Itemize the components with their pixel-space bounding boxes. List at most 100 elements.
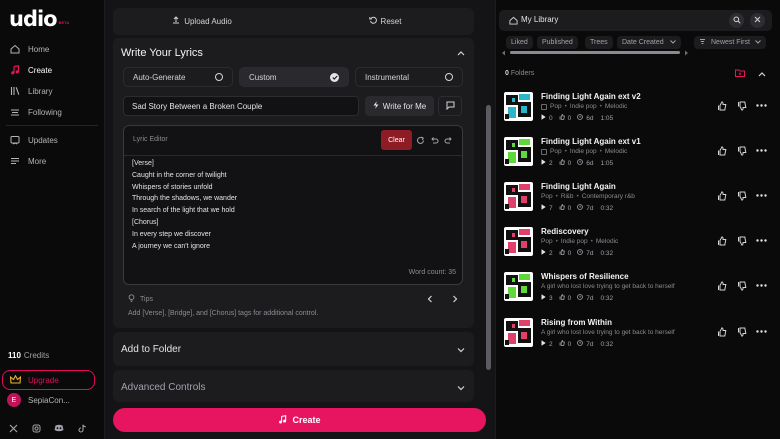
center-scrollbar[interactable] bbox=[486, 105, 491, 370]
library-close-button[interactable] bbox=[750, 13, 765, 28]
sort-date-created-select[interactable]: Date Created bbox=[617, 36, 681, 49]
song-row[interactable]: Finding Light Again Pop • R&b • Contemporary… bbox=[500, 182, 772, 218]
lyrics-textarea[interactable]: [Verse] Caught in the corner of twilight… bbox=[132, 158, 237, 252]
chevron-down-icon[interactable] bbox=[456, 383, 466, 393]
discord-icon[interactable] bbox=[53, 422, 65, 434]
tiktok-icon[interactable] bbox=[76, 422, 88, 434]
song-cover-art[interactable] bbox=[504, 272, 533, 301]
play-icon[interactable] bbox=[541, 204, 546, 212]
play-icon[interactable] bbox=[541, 249, 546, 257]
upgrade-button[interactable]: Upgrade bbox=[2, 370, 95, 390]
song-tag[interactable]: Pop bbox=[541, 193, 553, 200]
song-title[interactable]: Finding Light Again ext v2 bbox=[541, 92, 641, 101]
option-instrumental[interactable]: Instrumental bbox=[355, 67, 463, 87]
option-auto-generate[interactable]: Auto-Generate bbox=[123, 67, 233, 87]
song-tag[interactable]: Melodic bbox=[605, 148, 627, 155]
filter-published[interactable]: Published bbox=[537, 36, 578, 49]
nav-following[interactable]: Following bbox=[0, 104, 105, 120]
chevron-left-icon[interactable] bbox=[425, 294, 435, 304]
chevron-up-icon[interactable] bbox=[456, 48, 466, 58]
chevron-right-icon[interactable] bbox=[450, 294, 460, 304]
scroll-left-icon[interactable] bbox=[501, 49, 506, 58]
thumbs-down-icon[interactable] bbox=[736, 100, 747, 111]
song-cover-art[interactable] bbox=[504, 92, 533, 121]
play-icon[interactable] bbox=[541, 294, 546, 302]
create-button[interactable]: Create bbox=[113, 408, 486, 432]
more-options-icon[interactable] bbox=[756, 235, 767, 246]
nav-home[interactable]: Home bbox=[0, 41, 105, 57]
redo-icon[interactable] bbox=[443, 135, 453, 145]
nav-library[interactable]: Library bbox=[0, 83, 105, 99]
thumbs-up-icon[interactable] bbox=[716, 326, 727, 337]
filter-scrollbar[interactable] bbox=[510, 51, 680, 54]
song-tag[interactable]: Indie pop bbox=[570, 148, 597, 155]
nav-more[interactable]: More bbox=[0, 153, 105, 169]
nav-create[interactable]: Create bbox=[0, 62, 105, 78]
song-tag[interactable]: Contemporary r&b bbox=[582, 193, 635, 200]
song-row[interactable]: Rising from Within A girl who lost love … bbox=[500, 318, 772, 354]
upload-audio-button[interactable]: Upload Audio bbox=[113, 12, 291, 30]
thumbs-down-icon[interactable] bbox=[736, 280, 747, 291]
song-tag[interactable]: Pop bbox=[541, 238, 553, 245]
song-title[interactable]: Rediscovery bbox=[541, 227, 589, 236]
thumbs-down-icon[interactable] bbox=[736, 326, 747, 337]
udio-logo[interactable]: udio BETA bbox=[9, 8, 69, 30]
undo-icon[interactable] bbox=[429, 135, 439, 145]
filter-liked[interactable]: Liked bbox=[506, 36, 533, 49]
write-for-me-button[interactable]: Write for Me bbox=[365, 96, 434, 116]
play-icon[interactable] bbox=[541, 114, 546, 122]
song-row[interactable]: Finding Light Again ext v2 Pop • Indie pop… bbox=[500, 92, 772, 128]
song-cover-art[interactable] bbox=[504, 137, 533, 166]
sort-order-select[interactable]: Newest First bbox=[694, 36, 766, 49]
thumbs-down-icon[interactable] bbox=[736, 235, 747, 246]
song-row[interactable]: Rediscovery Pop • Indie pop • Melodic 2 0 7d… bbox=[500, 227, 772, 263]
song-title[interactable]: Finding Light Again bbox=[541, 182, 616, 191]
thumbs-up-icon[interactable] bbox=[716, 190, 727, 201]
song-title[interactable]: Finding Light Again ext v1 bbox=[541, 137, 641, 146]
new-folder-icon[interactable] bbox=[735, 69, 745, 79]
more-options-icon[interactable] bbox=[756, 145, 767, 156]
refresh-icon[interactable] bbox=[415, 135, 425, 145]
song-tag[interactable]: Indie pop bbox=[561, 238, 588, 245]
song-title[interactable]: Rising from Within bbox=[541, 318, 612, 327]
song-tag[interactable]: R&b bbox=[561, 193, 574, 200]
song-row[interactable]: Finding Light Again ext v1 Pop • Indie pop… bbox=[500, 137, 772, 173]
song-row[interactable]: Whispers of Resilience A girl who lost l… bbox=[500, 272, 772, 308]
song-title-input[interactable] bbox=[123, 96, 359, 116]
user-menu[interactable]: E SepiaCon... bbox=[7, 393, 70, 407]
song-tag[interactable]: Pop bbox=[550, 103, 562, 110]
thumbs-down-icon[interactable] bbox=[736, 145, 747, 156]
thumbs-down-icon[interactable] bbox=[736, 190, 747, 201]
chevron-up-icon[interactable] bbox=[757, 69, 767, 79]
library-search-button[interactable] bbox=[729, 13, 744, 28]
song-tag[interactable]: Pop bbox=[550, 148, 562, 155]
thumbs-up-icon[interactable] bbox=[716, 235, 727, 246]
song-tag[interactable]: Melodic bbox=[605, 103, 627, 110]
like-count: 0 bbox=[567, 340, 572, 348]
song-cover-art[interactable] bbox=[504, 318, 533, 347]
play-icon[interactable] bbox=[541, 340, 546, 348]
scroll-right-icon[interactable] bbox=[684, 49, 689, 58]
song-tag[interactable]: Indie pop bbox=[570, 103, 597, 110]
nav-updates[interactable]: Updates bbox=[0, 132, 105, 148]
reset-button[interactable]: Reset bbox=[296, 12, 474, 30]
filter-trees[interactable]: Trees bbox=[585, 36, 613, 49]
option-custom[interactable]: Custom bbox=[239, 67, 349, 87]
thumbs-up-icon[interactable] bbox=[716, 280, 727, 291]
instagram-icon[interactable] bbox=[30, 422, 42, 434]
more-options-icon[interactable] bbox=[756, 100, 767, 111]
song-tag[interactable]: Melodic bbox=[596, 238, 618, 245]
thumbs-up-icon[interactable] bbox=[716, 100, 727, 111]
chat-button[interactable] bbox=[438, 96, 462, 116]
x-icon[interactable] bbox=[7, 422, 19, 434]
song-cover-art[interactable] bbox=[504, 227, 533, 256]
song-title[interactable]: Whispers of Resilience bbox=[541, 272, 629, 281]
song-cover-art[interactable] bbox=[504, 182, 533, 211]
play-icon[interactable] bbox=[541, 159, 546, 167]
more-options-icon[interactable] bbox=[756, 326, 767, 337]
more-options-icon[interactable] bbox=[756, 280, 767, 291]
thumbs-up-icon[interactable] bbox=[716, 145, 727, 156]
more-options-icon[interactable] bbox=[756, 190, 767, 201]
clear-button[interactable]: Clear bbox=[381, 130, 412, 150]
chevron-down-icon[interactable] bbox=[456, 345, 466, 355]
